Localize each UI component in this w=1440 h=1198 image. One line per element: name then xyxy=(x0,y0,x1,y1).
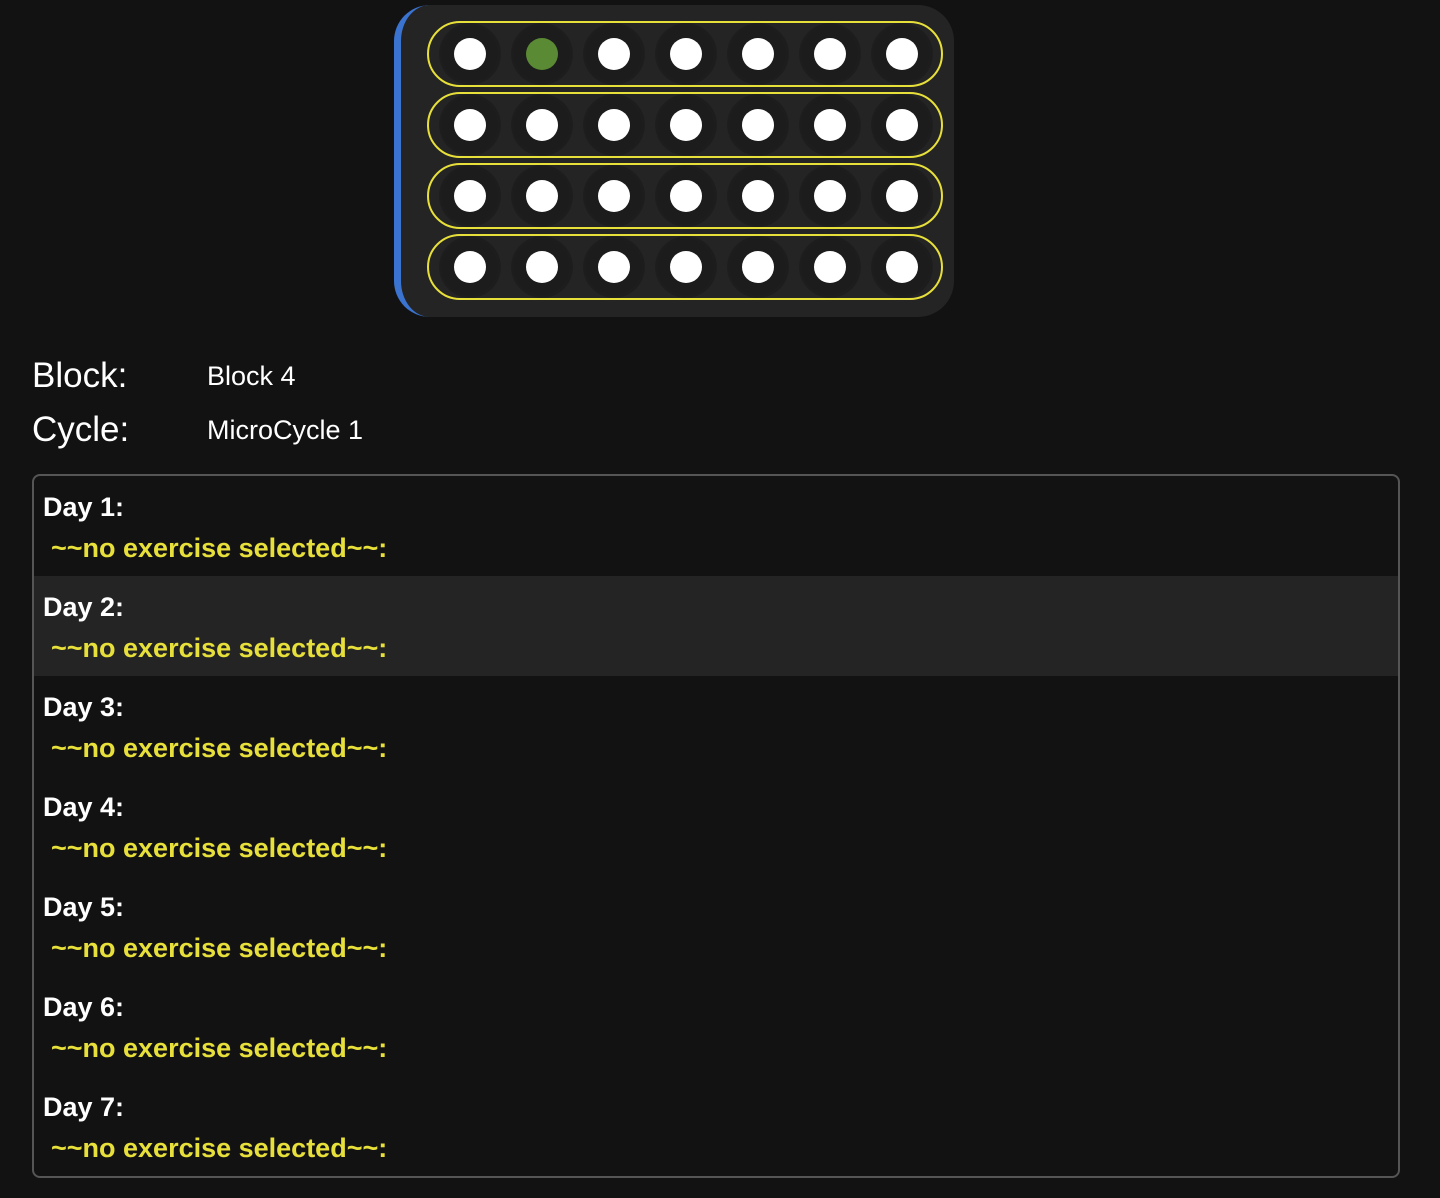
day-dot-button[interactable] xyxy=(511,94,573,156)
day-dot-button[interactable] xyxy=(655,165,717,227)
day-title: Day 3: xyxy=(43,692,125,722)
cycle-label: Cycle: xyxy=(32,410,130,449)
day-dot xyxy=(742,109,774,141)
day-dot-button[interactable] xyxy=(799,236,861,298)
day-dot-button[interactable] xyxy=(583,165,645,227)
day-exercise: ~~no exercise selected~~: xyxy=(51,633,388,663)
microcycle-calendar xyxy=(394,5,954,317)
day-title: Day 4: xyxy=(43,792,125,822)
day-dot-button[interactable] xyxy=(583,94,645,156)
day-item[interactable]: Day 2: ~~no exercise selected~~: xyxy=(34,576,1398,676)
day-dot-button[interactable] xyxy=(727,165,789,227)
day-dot xyxy=(454,109,486,141)
day-exercise: ~~no exercise selected~~: xyxy=(51,933,388,963)
day-dot-button[interactable] xyxy=(511,23,573,85)
day-title: Day 6: xyxy=(43,992,125,1022)
week-row xyxy=(427,92,943,158)
day-dot-button[interactable] xyxy=(655,23,717,85)
day-dot xyxy=(814,251,846,283)
day-dot xyxy=(526,109,558,141)
week-row xyxy=(427,234,943,300)
day-dot-button[interactable] xyxy=(727,23,789,85)
day-dot xyxy=(454,251,486,283)
day-exercise: ~~no exercise selected~~: xyxy=(51,533,388,563)
day-title: Day 1: xyxy=(43,492,125,522)
day-dot xyxy=(886,180,918,212)
day-dot-button[interactable] xyxy=(439,236,501,298)
day-dot xyxy=(670,180,702,212)
day-item[interactable]: Day 5: ~~no exercise selected~~: xyxy=(34,876,1398,976)
day-dot-button[interactable] xyxy=(655,94,717,156)
day-dot xyxy=(742,180,774,212)
day-dot xyxy=(670,109,702,141)
day-dot-button[interactable] xyxy=(655,236,717,298)
day-dot-button[interactable] xyxy=(799,165,861,227)
day-exercise: ~~no exercise selected~~: xyxy=(51,1133,388,1163)
day-dot xyxy=(598,180,630,212)
day-dot xyxy=(886,109,918,141)
day-dot-button[interactable] xyxy=(439,23,501,85)
day-exercise: ~~no exercise selected~~: xyxy=(51,833,388,863)
day-item[interactable]: Day 7: ~~no exercise selected~~: xyxy=(34,1076,1398,1176)
day-dot xyxy=(742,38,774,70)
days-list: Day 1: ~~no exercise selected~~: Day 2: … xyxy=(32,474,1400,1178)
day-dot xyxy=(814,180,846,212)
day-item[interactable]: Day 1: ~~no exercise selected~~: xyxy=(34,476,1398,576)
day-dot-button[interactable] xyxy=(727,94,789,156)
day-dot-button[interactable] xyxy=(439,165,501,227)
day-item[interactable]: Day 6: ~~no exercise selected~~: xyxy=(34,976,1398,1076)
day-dot xyxy=(454,180,486,212)
day-dot xyxy=(886,251,918,283)
day-item[interactable]: Day 4: ~~no exercise selected~~: xyxy=(34,776,1398,876)
day-dot-button[interactable] xyxy=(583,23,645,85)
day-dot-button[interactable] xyxy=(871,23,933,85)
day-exercise: ~~no exercise selected~~: xyxy=(51,1033,388,1063)
day-dot xyxy=(598,109,630,141)
day-dot-button[interactable] xyxy=(439,94,501,156)
day-dot-button[interactable] xyxy=(511,236,573,298)
day-dot xyxy=(526,251,558,283)
day-dot xyxy=(598,251,630,283)
day-title: Day 7: xyxy=(43,1092,125,1122)
day-dot-button[interactable] xyxy=(871,165,933,227)
day-dot-button[interactable] xyxy=(727,236,789,298)
day-dot xyxy=(670,251,702,283)
cycle-value: MicroCycle 1 xyxy=(207,414,364,445)
day-dot-button[interactable] xyxy=(511,165,573,227)
day-title: Day 5: xyxy=(43,892,125,922)
block-label: Block: xyxy=(32,356,128,395)
cycle-row: Cycle: MicroCycle 1 xyxy=(32,408,363,452)
day-dot-button[interactable] xyxy=(799,23,861,85)
day-dot xyxy=(814,109,846,141)
block-value: Block 4 xyxy=(207,360,296,391)
day-dot xyxy=(886,38,918,70)
day-exercise: ~~no exercise selected~~: xyxy=(51,733,388,763)
day-dot xyxy=(526,180,558,212)
week-row xyxy=(427,21,943,87)
day-dot xyxy=(742,251,774,283)
day-dot-button[interactable] xyxy=(583,236,645,298)
day-dot-button[interactable] xyxy=(871,94,933,156)
day-dot xyxy=(454,38,486,70)
block-row: Block: Block 4 xyxy=(32,354,296,398)
day-dot xyxy=(814,38,846,70)
day-dot xyxy=(598,38,630,70)
day-title: Day 2: xyxy=(43,592,125,622)
day-dot-button[interactable] xyxy=(799,94,861,156)
day-dot-button[interactable] xyxy=(871,236,933,298)
selected-day-dot xyxy=(526,38,558,70)
week-row xyxy=(427,163,943,229)
day-item[interactable]: Day 3: ~~no exercise selected~~: xyxy=(34,676,1398,776)
day-dot xyxy=(670,38,702,70)
